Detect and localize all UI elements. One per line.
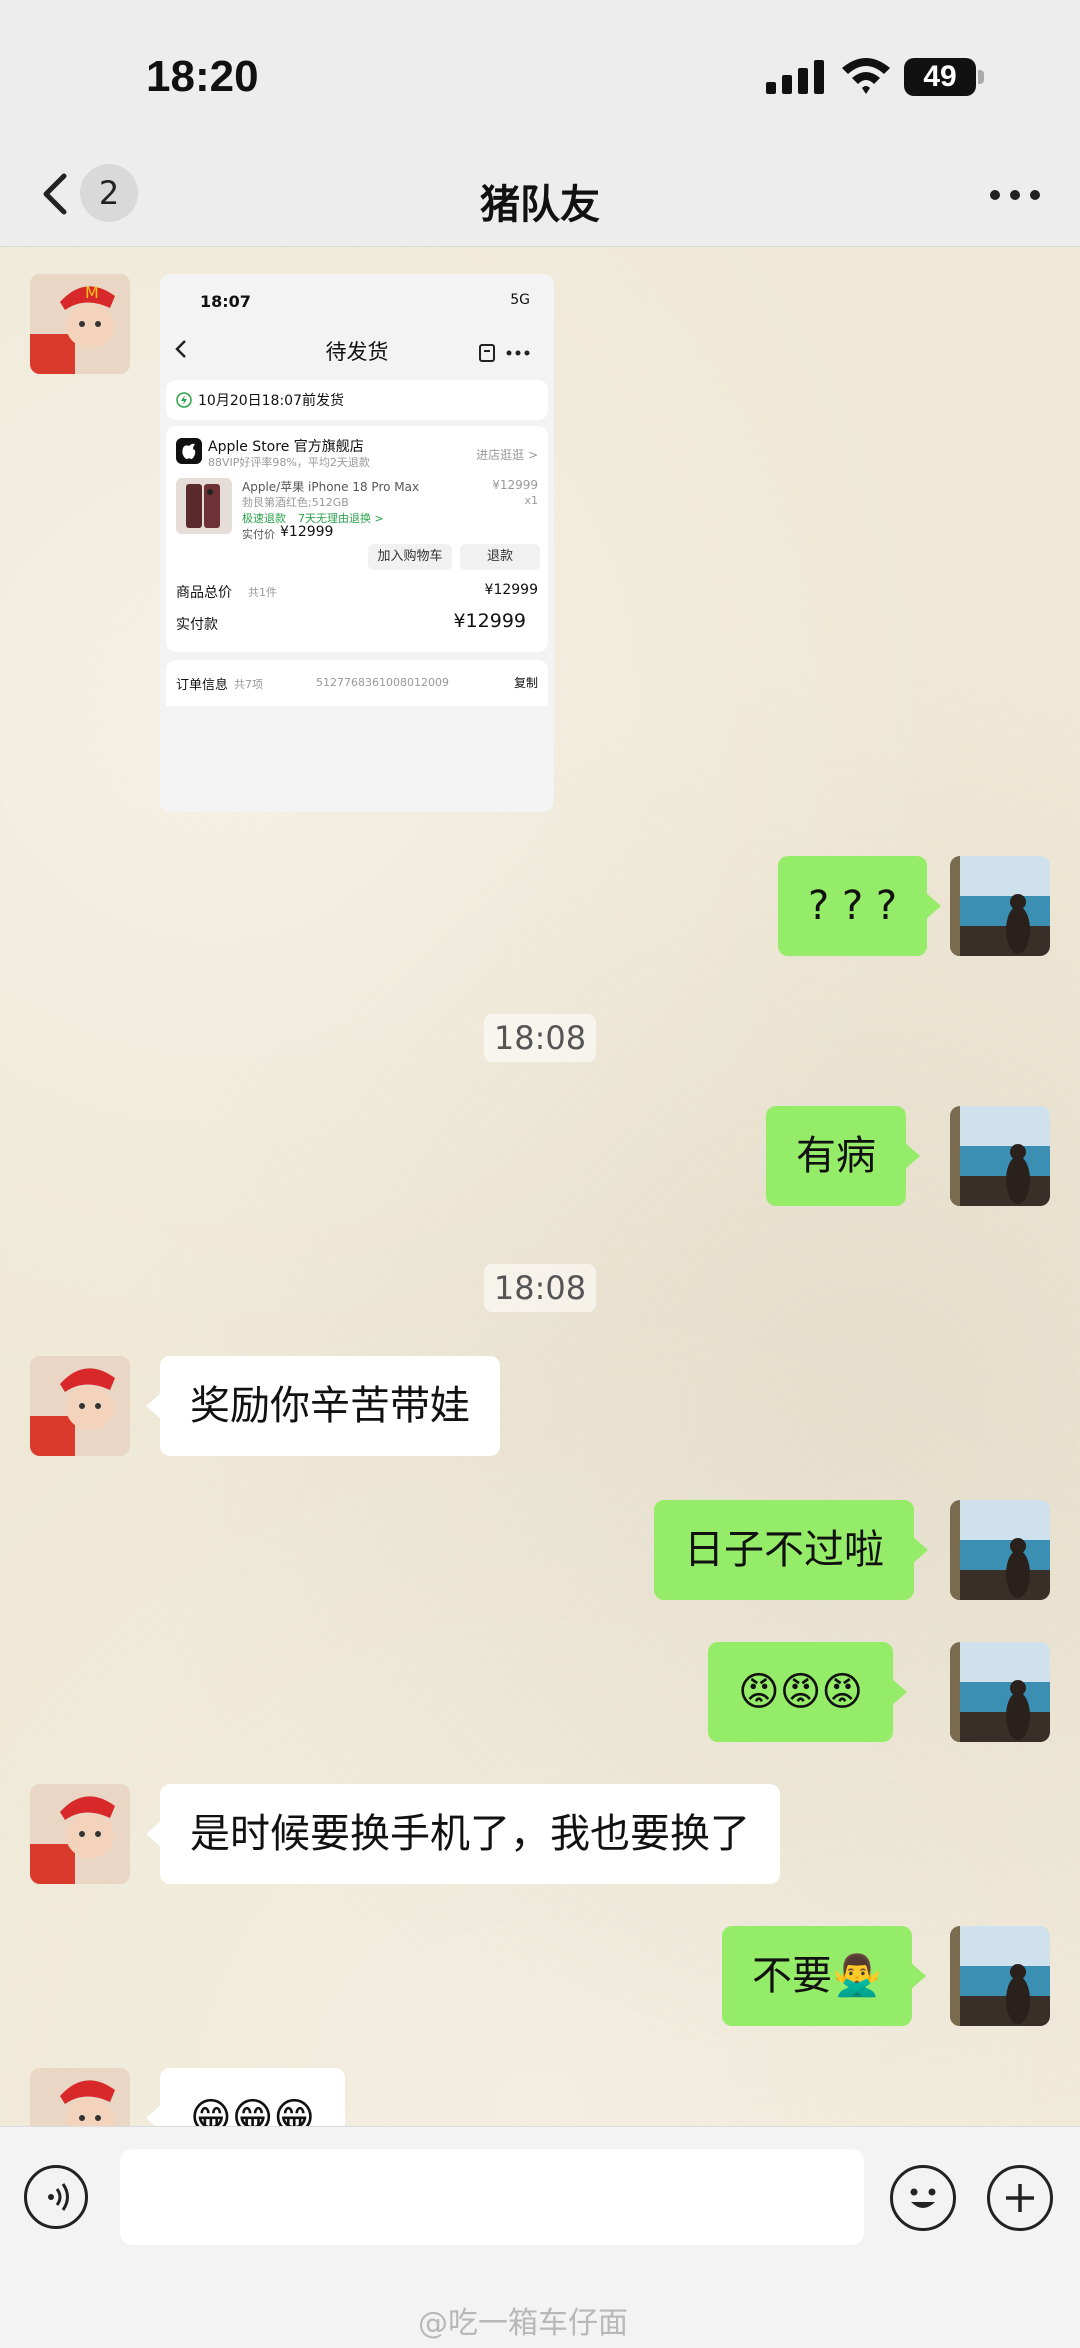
store-order-card: Apple Store 官方旗舰店 88VIP好评率98%，平均2天退款 进店逛… (166, 426, 548, 652)
shipping-notice: 10月20日18:07前发货 (198, 393, 344, 409)
product-name: Apple/苹果 iPhone 18 Pro Max (242, 480, 420, 494)
chat-header: 2 猪队友 (0, 150, 1080, 247)
apple-logo-icon (176, 438, 202, 464)
message-bubble[interactable]: 😡😡😡 (708, 1642, 908, 1742)
paid-label: 实付价 (242, 528, 275, 541)
my-avatar[interactable] (950, 1500, 1050, 1600)
timestamp: 18:08 (484, 1264, 596, 1312)
order-label: 订单信息 (176, 678, 229, 693)
my-avatar[interactable] (950, 1926, 1050, 2026)
seaside-photo-icon (950, 1926, 1050, 2026)
seaside-photo-icon (950, 856, 1050, 956)
child-photo-icon (30, 1356, 130, 1456)
pay-label: 实付款 (176, 617, 218, 633)
refund-button: 退款 (460, 544, 540, 570)
message-bubble[interactable]: 奖励你辛苦带娃 (146, 1356, 500, 1456)
store-subtitle: 88VIP好评率98%，平均2天退款 (208, 456, 370, 469)
seaside-photo-icon (950, 1642, 1050, 1742)
child-photo-icon: M (30, 274, 130, 374)
message-bubble[interactable]: 有病 (766, 1106, 920, 1206)
iphone-thumbnail-icon (176, 478, 232, 534)
my-avatar[interactable] (950, 856, 1050, 956)
cellular-signal-icon (766, 60, 824, 94)
total-label: 商品总价 (176, 585, 232, 601)
message-bubble[interactable]: ? ? ? (778, 856, 942, 956)
order-count: 共7项 (234, 678, 263, 691)
product-spec: 勃艮第酒红色;512GB (242, 496, 349, 509)
total-count: 共1件 (248, 586, 277, 599)
order-number: 5127768361008012009 (316, 676, 449, 689)
add-to-cart-button: 加入购物车 (368, 544, 452, 570)
message-bubble[interactable]: 日子不过啦 (654, 1500, 928, 1600)
screenshot-time: 18:07 (200, 292, 251, 311)
store-name: Apple Store 官方旗舰店 (208, 439, 364, 455)
seaside-photo-icon (950, 1106, 1050, 1206)
product-qty: x1 (524, 494, 538, 507)
more-options-icon[interactable] (985, 180, 1045, 210)
chat-title: 猪队友 (480, 182, 600, 228)
total-value: ¥12999 (484, 582, 538, 598)
battery-tip (978, 70, 984, 84)
screenshot-network: 5G (510, 292, 530, 308)
copy-link: 复制 (513, 676, 538, 690)
store-link: 进店逛逛 > (476, 448, 538, 462)
watermark: @吃一箱车仔面 (418, 2306, 628, 2341)
message-input[interactable] (120, 2149, 864, 2245)
status-bar: 18:20 49 (0, 0, 1080, 150)
child-photo-icon (30, 1784, 130, 1884)
voice-input-icon[interactable] (24, 2165, 88, 2229)
order-info-card: 订单信息 共7项 5127768361008012009 复制 (166, 660, 548, 706)
screenshot-header: 待发货 (160, 324, 554, 374)
friend-avatar[interactable] (30, 1784, 130, 1884)
timestamp: 18:08 (484, 1014, 596, 1062)
shipping-notice-card: 10月20日18:07前发货 (166, 380, 548, 420)
pay-value: ¥12999 (453, 610, 526, 632)
wifi-icon (842, 58, 890, 94)
lightning-icon (176, 392, 192, 408)
product-price: ¥12999 (492, 478, 538, 492)
battery-level: 49 (904, 58, 976, 96)
plus-icon[interactable] (987, 2165, 1053, 2231)
emoji-icon[interactable] (890, 2165, 956, 2231)
friend-avatar[interactable]: M (30, 274, 130, 374)
seaside-photo-icon (950, 1500, 1050, 1600)
screenshot-clipboard-icon (479, 344, 495, 362)
my-avatar[interactable] (950, 1642, 1050, 1742)
svg-text:M: M (85, 283, 99, 302)
message-bubble[interactable]: 是时候要换手机了，我也要换了 (146, 1784, 780, 1884)
screenshot-more-icon (506, 350, 530, 356)
clock: 18:20 (146, 52, 259, 101)
my-avatar[interactable] (950, 1106, 1050, 1206)
order-screenshot-image[interactable]: 18:07 5G 待发货 10月20日18:07前发货 Apple Store … (160, 274, 554, 812)
message-bubble[interactable]: 不要🙅‍♂️ (722, 1926, 926, 2026)
friend-avatar[interactable] (30, 1356, 130, 1456)
paid-value: ¥12999 (280, 524, 334, 540)
